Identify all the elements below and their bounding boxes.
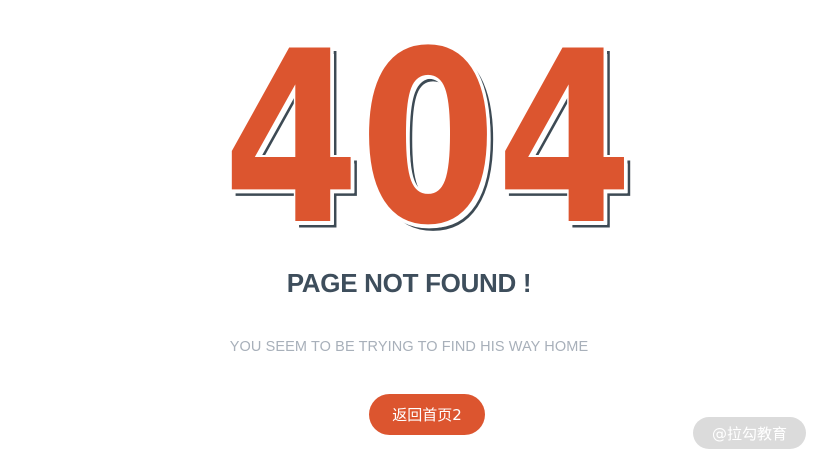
back-home-button[interactable]: 返回首页2 [369, 394, 485, 435]
error-code-digits: 404 [223, 30, 633, 245]
error-code-graphic: 404 404 404 [0, 30, 818, 245]
page-subtitle: YOU SEEM TO BE TRYING TO FIND HIS WAY HO… [229, 339, 589, 355]
watermark-badge: @拉勾教育 [693, 417, 806, 449]
not-found-page: 404 404 404 PAGE NOT FOUND ! YOU SEEM TO… [0, 0, 818, 459]
page-title: PAGE NOT FOUND ! [286, 268, 532, 298]
